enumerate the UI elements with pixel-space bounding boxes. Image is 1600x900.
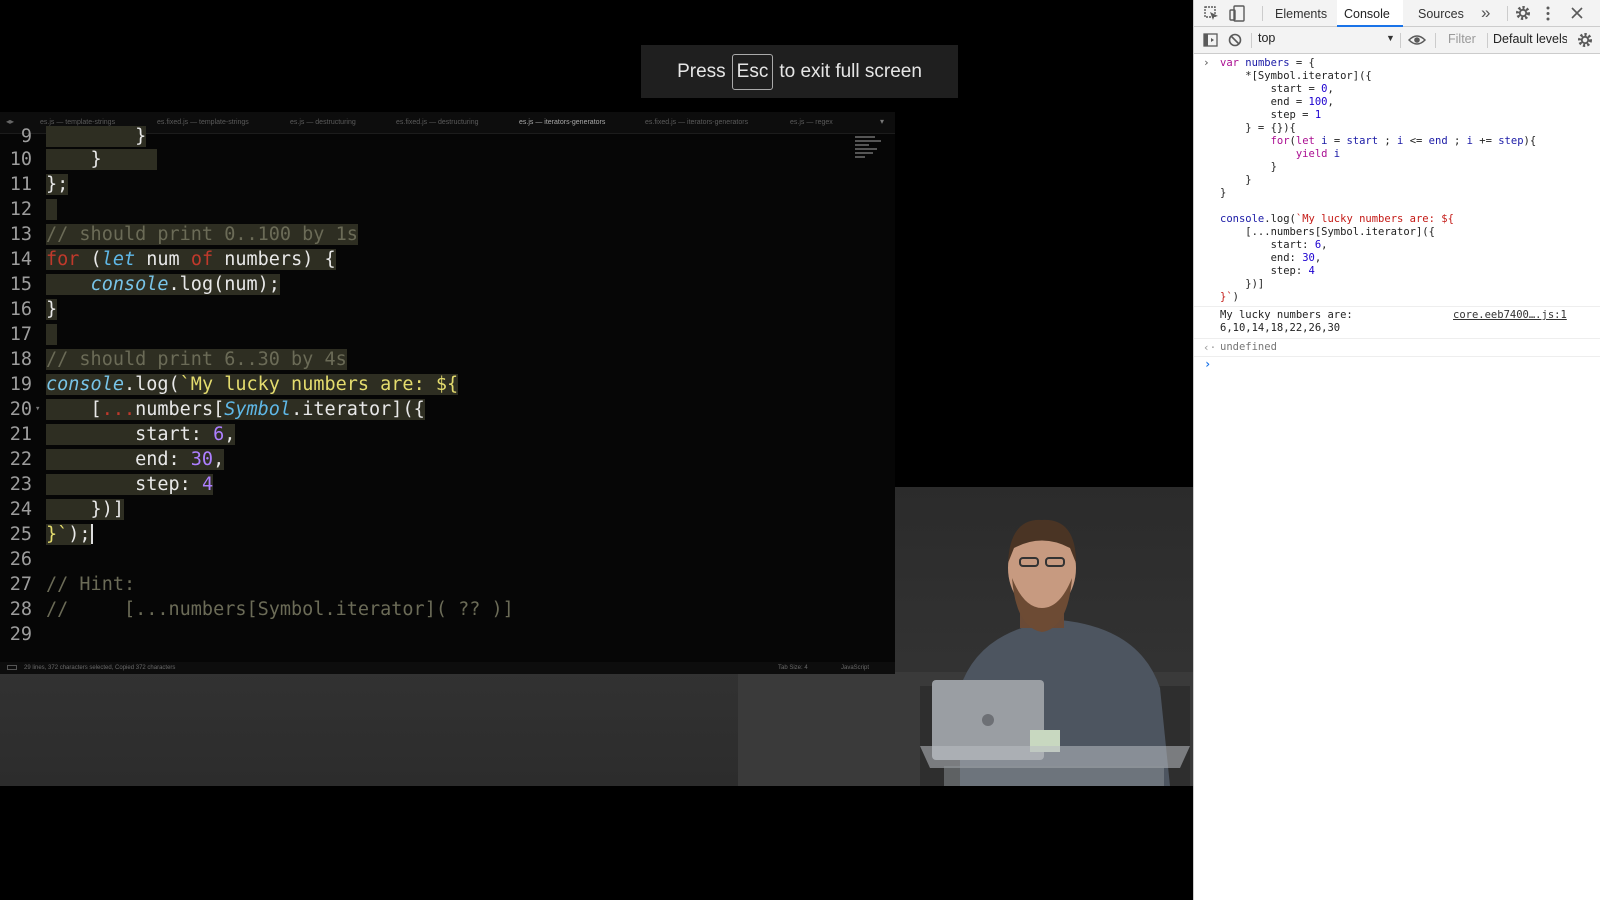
inspect-icon[interactable] bbox=[1204, 6, 1219, 21]
toast-suffix: to exit full screen bbox=[779, 60, 922, 82]
devtools-tab-bar: Elements Console Sources » bbox=[1194, 0, 1600, 27]
editor-status-bar: 29 lines, 372 characters selected, Copie… bbox=[0, 662, 895, 674]
tab-console-label: Console bbox=[1344, 7, 1390, 21]
fullscreen-exit-toast: Press Esc to exit full screen bbox=[641, 45, 958, 98]
clear-console-icon[interactable] bbox=[1228, 33, 1242, 47]
video-player[interactable]: ◂▸ es.js — template-strings es.fixed.js … bbox=[0, 0, 1193, 900]
filter-input[interactable]: Filter bbox=[1448, 32, 1482, 50]
input-prompt-icon: › bbox=[1203, 56, 1210, 69]
result-arrow-icon: ‹· bbox=[1203, 341, 1217, 354]
source-link[interactable]: core.eeb7400….js:1 bbox=[1453, 309, 1567, 321]
console-prompt[interactable]: › bbox=[1204, 357, 1211, 371]
tab-console[interactable]: Console bbox=[1337, 0, 1403, 27]
tab-dropdown-icon: ▾ bbox=[880, 117, 885, 126]
status-tab-size: Tab Size: 4 bbox=[778, 665, 808, 671]
status-language: JavaScript bbox=[841, 665, 870, 671]
code-editor-frame: ◂▸ es.js — template-strings es.fixed.js … bbox=[0, 112, 895, 674]
settings-icon[interactable] bbox=[1515, 5, 1531, 21]
toast-key: Esc bbox=[731, 53, 774, 90]
sidebar-toggle-icon[interactable] bbox=[1203, 33, 1218, 47]
device-toolbar-icon[interactable] bbox=[1229, 5, 1245, 22]
minimap bbox=[855, 134, 887, 174]
text-cursor bbox=[90, 524, 93, 544]
editor-tab-active: es.js — iterators-generators bbox=[519, 119, 606, 126]
chevron-down-icon: ▼ bbox=[1386, 33, 1395, 43]
code-area: 9 } 10 } 11}; 12 13// should print 0..10… bbox=[9, 126, 514, 645]
editor-tab: es.fixed.js — template-strings bbox=[157, 119, 249, 126]
editor-tab: es.fixed.js — destructuring bbox=[396, 119, 479, 126]
return-value: undefined bbox=[1220, 341, 1277, 353]
context-select[interactable]: top bbox=[1258, 31, 1392, 50]
console-toolbar: top ▼ Filter Default levels bbox=[1194, 27, 1600, 54]
eye-icon[interactable] bbox=[1408, 34, 1426, 46]
status-panel-icon bbox=[7, 665, 17, 670]
status-selection: 29 lines, 372 characters selected, Copie… bbox=[24, 665, 176, 671]
devtools-panel: Elements Console Sources » top ▼ Filter … bbox=[1193, 0, 1600, 900]
more-tabs-icon[interactable]: » bbox=[1481, 3, 1490, 23]
tab-elements[interactable]: Elements bbox=[1275, 7, 1327, 21]
close-icon[interactable] bbox=[1571, 7, 1583, 19]
tab-sources[interactable]: Sources bbox=[1418, 7, 1464, 21]
log-line: My lucky numbers are: bbox=[1220, 309, 1353, 321]
console-settings-icon[interactable] bbox=[1577, 32, 1593, 48]
console-output[interactable]: › var numbers = { *[Symbol.iterator]({ s… bbox=[1194, 54, 1600, 900]
toast-prefix: Press bbox=[677, 60, 726, 82]
editor-tab: es.js — regex bbox=[790, 119, 833, 126]
editor-tab: es.fixed.js — iterators-generators bbox=[645, 119, 749, 126]
presenter-image bbox=[920, 519, 1190, 786]
kebab-menu-icon[interactable] bbox=[1545, 6, 1551, 21]
editor-tab: es.js — destructuring bbox=[290, 119, 356, 126]
log-line: 6,10,14,18,22,26,30 bbox=[1220, 322, 1341, 334]
log-levels-select[interactable]: Default levels bbox=[1493, 32, 1567, 46]
